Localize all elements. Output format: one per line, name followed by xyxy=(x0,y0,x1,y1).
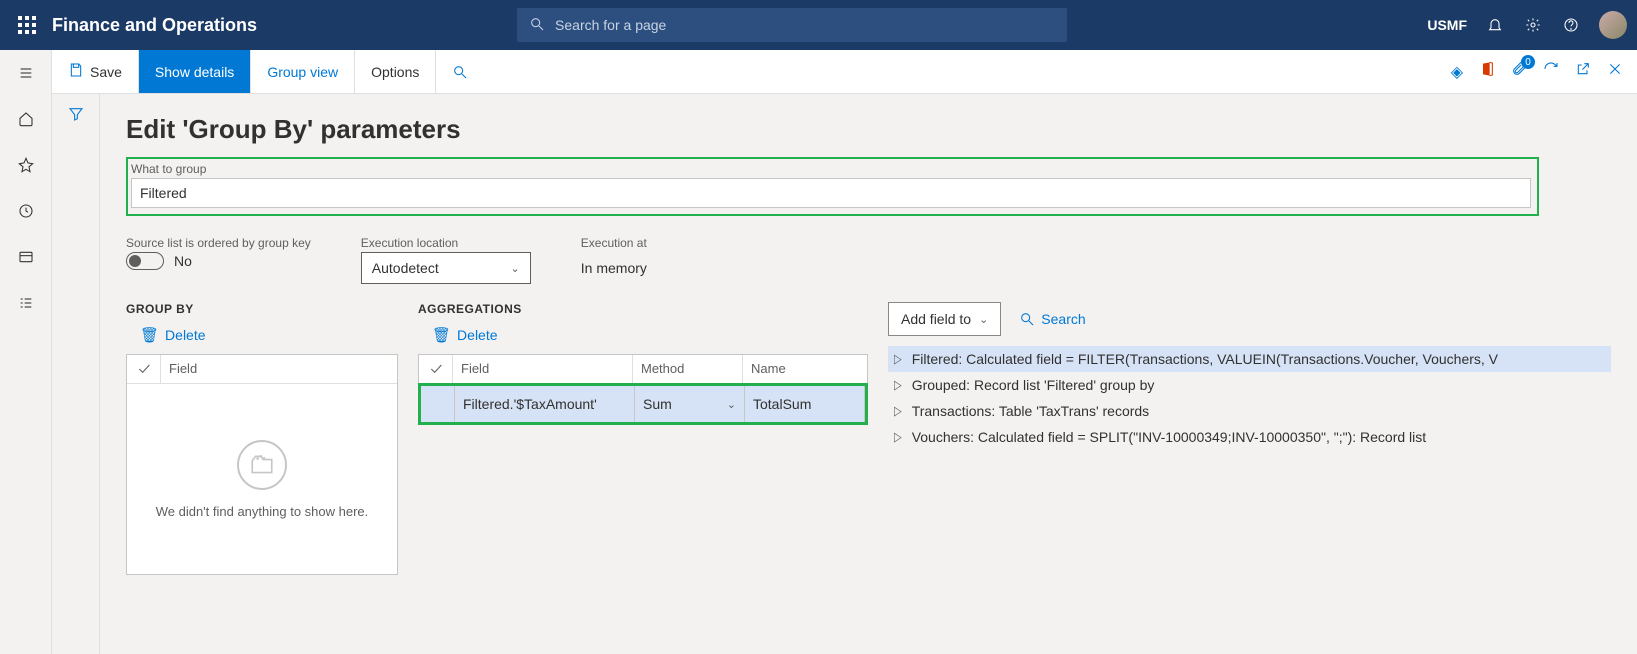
expand-icon[interactable]: ▷ xyxy=(894,352,902,366)
ordered-field: Source list is ordered by group key No xyxy=(126,236,311,270)
gear-icon[interactable] xyxy=(1523,15,1543,35)
groupby-delete-button[interactable]: 🗑 Delete xyxy=(140,326,398,344)
star-icon[interactable] xyxy=(15,154,37,176)
add-field-to-button[interactable]: Add field to ⌄ xyxy=(888,302,1001,336)
tree-item[interactable]: ▷ Filtered: Calculated field = FILTER(Tr… xyxy=(888,346,1611,372)
action-right-group: ◈ 0 xyxy=(1437,50,1637,93)
page-title: Edit 'Group By' parameters xyxy=(126,114,1611,145)
agg-col-field[interactable]: Field xyxy=(453,355,633,383)
exec-location-dropdown[interactable]: Autodetect ⌄ xyxy=(361,252,531,284)
search-icon xyxy=(529,16,545,35)
group-view-tab[interactable]: Group view xyxy=(251,50,355,93)
save-icon xyxy=(68,62,84,81)
chevron-down-icon: ⌄ xyxy=(979,313,988,326)
select-all-checkbox[interactable] xyxy=(419,355,453,383)
ordered-value: No xyxy=(174,253,192,269)
aggregations-section: AGGREGATIONS 🗑 Delete Field Meth xyxy=(418,302,868,425)
modules-icon[interactable] xyxy=(15,292,37,314)
exec-at-field: Execution at In memory xyxy=(581,236,751,284)
search-placeholder: Search for a page xyxy=(555,17,666,33)
hamburger-icon[interactable] xyxy=(15,62,37,84)
global-header: Finance and Operations Search for a page… xyxy=(0,0,1637,50)
what-to-group-label: What to group xyxy=(131,162,1531,176)
exec-location-field: Execution location Autodetect ⌄ xyxy=(361,236,531,284)
groupby-grid: Field We didn't find anything to show he… xyxy=(126,354,398,575)
header-right: USMF xyxy=(1427,11,1627,39)
agg-field-cell[interactable]: Filtered.'$TaxAmount' xyxy=(455,386,635,422)
groupby-empty: We didn't find anything to show here. xyxy=(127,384,397,574)
refresh-icon[interactable] xyxy=(1543,61,1559,82)
electronic-reporting-icon[interactable]: ◈ xyxy=(1451,62,1463,82)
bell-icon[interactable] xyxy=(1485,15,1505,35)
select-all-checkbox[interactable] xyxy=(127,355,161,383)
chevron-down-icon: ⌄ xyxy=(511,262,520,275)
help-icon[interactable] xyxy=(1561,15,1581,35)
company-code[interactable]: USMF xyxy=(1427,17,1467,33)
exec-at-value[interactable]: In memory xyxy=(581,252,751,284)
workspaces-icon[interactable] xyxy=(15,246,37,268)
empty-folder-icon xyxy=(237,440,287,490)
home-icon[interactable] xyxy=(15,108,37,130)
action-search-button[interactable] xyxy=(436,50,484,93)
agg-col-method[interactable]: Method xyxy=(633,355,743,383)
highlight-what-to-group: What to group Filtered xyxy=(126,157,1539,216)
recent-icon[interactable] xyxy=(15,200,37,222)
trash-icon: 🗑 xyxy=(140,326,159,344)
agg-method-dropdown[interactable]: Sum ⌄ xyxy=(635,386,745,422)
agg-col-name[interactable]: Name xyxy=(743,355,867,383)
expand-icon[interactable]: ▷ xyxy=(894,378,902,392)
global-search-input[interactable]: Search for a page xyxy=(517,8,1067,42)
nav-rail xyxy=(0,50,52,654)
row-checkbox[interactable] xyxy=(421,386,455,422)
app-launcher-icon[interactable] xyxy=(18,16,36,34)
groupby-col-field[interactable]: Field xyxy=(161,355,397,383)
aggregations-grid: Field Method Name Filtered.'$TaxAmount' … xyxy=(418,354,868,425)
agg-name-cell[interactable]: TotalSum xyxy=(745,386,865,422)
popout-icon[interactable] xyxy=(1575,61,1591,82)
chevron-down-icon: ⌄ xyxy=(727,398,736,411)
agg-row[interactable]: Filtered.'$TaxAmount' Sum ⌄ TotalSum xyxy=(421,386,865,422)
groupby-section: GROUP BY 🗑 Delete Field xyxy=(126,302,398,575)
form-body: Edit 'Group By' parameters What to group… xyxy=(100,94,1637,654)
funnel-icon[interactable] xyxy=(68,106,84,654)
brand-title: Finance and Operations xyxy=(52,15,257,36)
avatar[interactable] xyxy=(1599,11,1627,39)
attachments-icon[interactable]: 0 xyxy=(1511,61,1527,82)
agg-delete-button[interactable]: 🗑 Delete xyxy=(432,326,868,344)
expand-icon[interactable]: ▷ xyxy=(894,430,902,444)
options-tab[interactable]: Options xyxy=(355,50,436,93)
tree-item[interactable]: ▷ Vouchers: Calculated field = SPLIT("IN… xyxy=(888,424,1611,450)
highlight-agg-row: Filtered.'$TaxAmount' Sum ⌄ TotalSum xyxy=(418,383,868,425)
attachments-badge: 0 xyxy=(1521,55,1535,69)
trash-icon: 🗑 xyxy=(432,326,451,344)
filter-rail xyxy=(52,94,100,654)
save-button[interactable]: Save xyxy=(52,50,139,93)
datasource-tree: ▷ Filtered: Calculated field = FILTER(Tr… xyxy=(888,346,1611,450)
tree-item[interactable]: ▷ Grouped: Record list 'Filtered' group … xyxy=(888,372,1611,398)
action-pane: Save Show details Group view Options ◈ xyxy=(52,50,1637,94)
show-details-tab[interactable]: Show details xyxy=(139,50,251,93)
datasource-panel: Add field to ⌄ Search ▷ Filtered: xyxy=(888,302,1611,450)
datasource-search-button[interactable]: Search xyxy=(1019,311,1085,327)
tree-item[interactable]: ▷ Transactions: Table 'TaxTrans' records xyxy=(888,398,1611,424)
office-icon[interactable] xyxy=(1479,61,1495,82)
expand-icon[interactable]: ▷ xyxy=(894,404,902,418)
close-icon[interactable] xyxy=(1607,61,1623,82)
ordered-toggle[interactable] xyxy=(126,252,164,270)
what-to-group-input[interactable]: Filtered xyxy=(131,178,1531,208)
